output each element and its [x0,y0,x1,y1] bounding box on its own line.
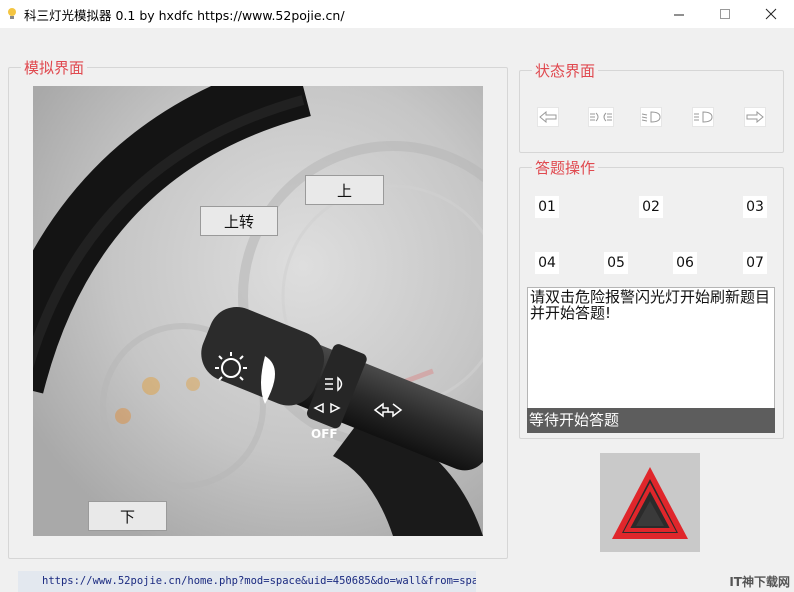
hazard-warning-triangle-icon [608,460,692,545]
answer-button-02[interactable]: 02 [639,196,663,218]
maximize-button[interactable] [702,0,748,28]
question-text-box[interactable]: 请双击危险报警闪光灯开始刷新题目并开始答题! [527,287,775,408]
title-bar: 科三灯光模拟器 0.1 by hxdfc https://www.52pojie… [0,0,794,28]
answer-button-05[interactable]: 05 [604,252,628,274]
answer-status-bar: 等待开始答题 [527,408,775,433]
stalk-down-button[interactable]: 下 [88,501,167,531]
turn-up-button[interactable]: 上转 [200,206,278,236]
answer-button-06[interactable]: 06 [673,252,697,274]
watermark: IT神下载网 [729,575,790,589]
answer-button-01[interactable]: 01 [535,196,559,218]
answer-group-title: 答题操作 [532,158,599,178]
stalk-off-label: OFF [311,427,338,441]
status-group-title: 状态界面 [532,61,599,81]
window-title: 科三灯光模拟器 0.1 by hxdfc https://www.52pojie… [24,7,345,23]
steering-stalk-scene: OFF [33,86,483,536]
position-lights-icon [588,107,614,127]
close-button[interactable] [748,0,794,28]
stalk-up-button[interactable]: 上 [305,175,384,205]
footer-url: https://www.52pojie.cn/home.php?mod=spac… [18,571,476,592]
simulation-group-title: 模拟界面 [21,58,88,78]
minimize-button[interactable] [656,0,702,28]
high-beam-icon [692,107,714,127]
lightbulb-icon [4,0,20,28]
right-turn-arrow-icon [744,107,766,127]
answer-button-04[interactable]: 04 [535,252,559,274]
low-beam-icon [640,107,662,127]
hazard-button[interactable] [600,453,700,552]
left-turn-arrow-icon [537,107,559,127]
answer-button-03[interactable]: 03 [743,196,767,218]
answer-button-07[interactable]: 07 [743,252,767,274]
